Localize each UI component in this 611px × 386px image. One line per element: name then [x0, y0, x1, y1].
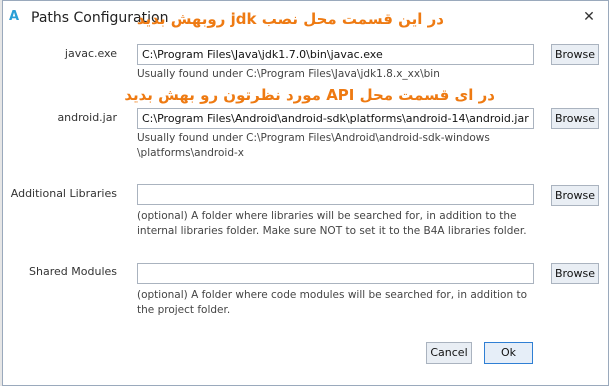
- shared-modules-hint: (optional) A folder where code modules w…: [137, 288, 557, 318]
- javac-label: javac.exe: [64, 47, 117, 60]
- shared-modules-hint-line1: (optional) A folder where code modules w…: [137, 289, 528, 301]
- android-jar-hint: Usually found under C:\Program Files\And…: [137, 131, 557, 161]
- additional-libraries-hint: (optional) A folder where libraries will…: [137, 209, 557, 239]
- annotation-api-note: در ای قسمت محل API مورد نظرتون رو بهش بد…: [124, 86, 495, 104]
- android-jar-label: android.jar: [57, 111, 117, 124]
- javac-path-input[interactable]: C:\Program Files\Java\jdk1.7.0\bin\javac…: [137, 44, 534, 65]
- additional-libraries-hint-line1: (optional) A folder where libraries will…: [137, 210, 517, 222]
- additional-libraries-browse-button[interactable]: Browse: [551, 185, 599, 206]
- ok-button[interactable]: Ok: [484, 342, 533, 364]
- shared-modules-label: Shared Modules: [29, 265, 117, 278]
- paths-configuration-dialog: A Paths Configuration ✕ در این قسمت محل …: [2, 0, 609, 386]
- app-icon: A: [9, 9, 20, 24]
- shared-modules-hint-line2: the project folder.: [137, 304, 231, 316]
- android-jar-path-input[interactable]: C:\Program Files\Android\android-sdk\pla…: [137, 108, 534, 129]
- additional-libraries-input[interactable]: [137, 184, 534, 205]
- close-icon[interactable]: ✕: [581, 9, 597, 25]
- shared-modules-input[interactable]: [137, 263, 534, 284]
- javac-browse-button[interactable]: Browse: [551, 44, 599, 65]
- javac-hint-text: Usually found under C:\Program Files\Jav…: [137, 68, 440, 80]
- annotation-jdk-note: در این قسمت محل نصب jdk روبهش بدید: [136, 10, 444, 28]
- additional-libraries-label: Additional Libraries: [10, 187, 117, 200]
- shared-modules-browse-button[interactable]: Browse: [551, 263, 599, 284]
- android-jar-browse-button[interactable]: Browse: [551, 108, 599, 129]
- javac-hint: Usually found under C:\Program Files\Jav…: [137, 67, 557, 82]
- android-jar-hint-line2: \platforms\android-x: [137, 147, 245, 159]
- cancel-button[interactable]: Cancel: [426, 342, 472, 364]
- android-jar-hint-line1: Usually found under C:\Program Files\And…: [137, 132, 490, 144]
- additional-libraries-hint-line2: internal libraries folder. Make sure NOT…: [137, 225, 527, 237]
